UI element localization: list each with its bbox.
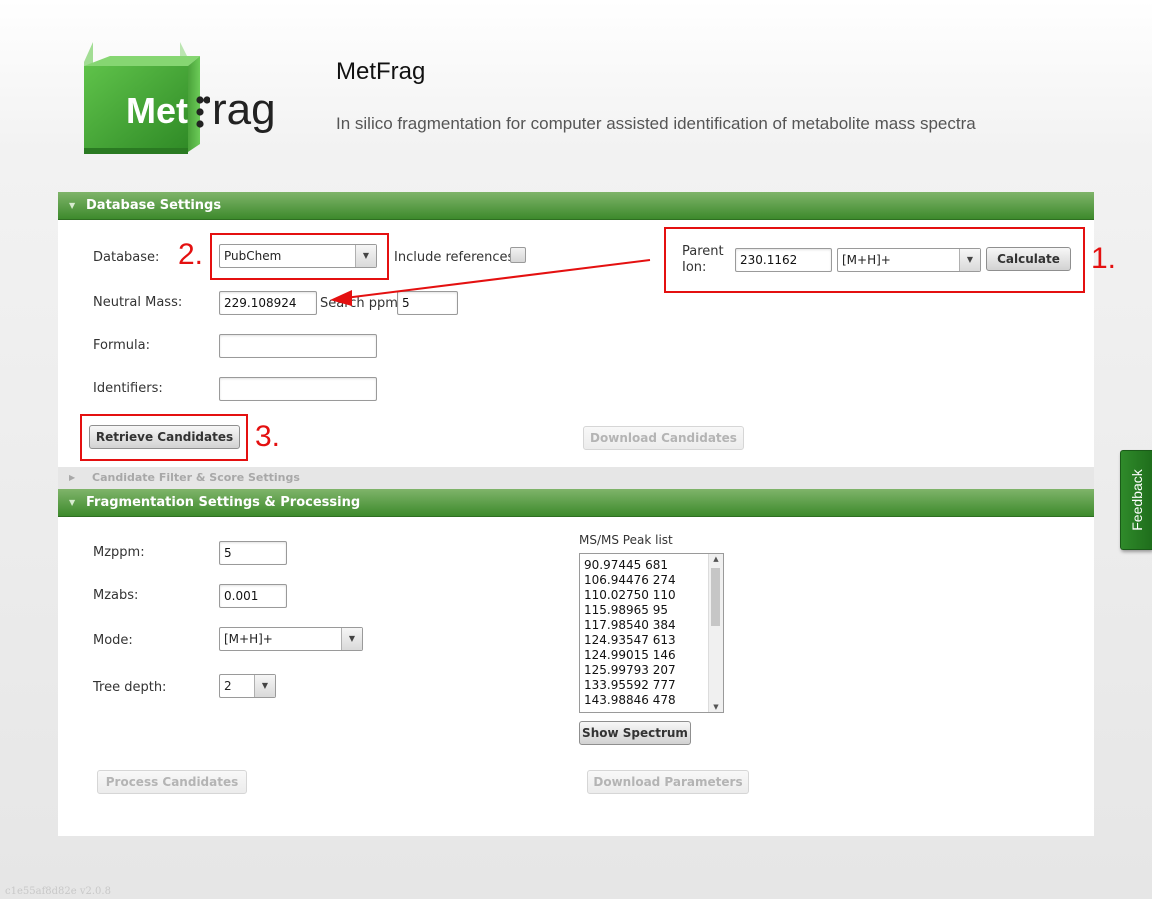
peak-list-row: 125.99793 207 <box>584 663 676 677</box>
annotation-step-3: 3. <box>255 420 281 453</box>
tree-depth-select[interactable]: 2 ▼ <box>219 674 276 698</box>
neutral-mass-input[interactable]: 229.108924 <box>219 291 317 315</box>
tree-depth-label: Tree depth: <box>93 680 167 695</box>
logo-frag-text: rag <box>212 85 276 134</box>
database-label: Database: <box>93 250 160 265</box>
formula-input[interactable] <box>219 334 377 358</box>
app-title: MetFrag <box>336 58 426 85</box>
fragmentation-settings-title: Fragmentation Settings & Processing <box>86 495 361 510</box>
process-candidates-button[interactable]: Process Candidates <box>97 770 247 794</box>
show-spectrum-button[interactable]: Show Spectrum <box>579 721 691 745</box>
peak-list-label: MS/MS Peak list <box>579 533 673 547</box>
feedback-label: Feedback <box>1128 469 1145 531</box>
search-ppm-input[interactable]: 5 <box>397 291 458 315</box>
metfrag-logo: Met rag <box>80 40 305 160</box>
chevron-down-icon: ▼ <box>254 675 275 697</box>
neutral-mass-label: Neutral Mass: <box>93 295 183 310</box>
peak-list-row: 124.93547 613 <box>584 633 676 647</box>
peak-list-row: 115.98965 95 <box>584 603 668 617</box>
peak-list-row: 117.98540 384 <box>584 618 676 632</box>
tree-depth-value: 2 <box>224 679 232 693</box>
candidate-filter-title: Candidate Filter & Score Settings <box>92 471 300 484</box>
identifiers-label: Identifiers: <box>93 381 163 396</box>
search-ppm-label: Search ppm: <box>320 296 403 311</box>
mzabs-label: Mzabs: <box>93 588 139 603</box>
chevron-down-icon: ▼ <box>341 628 362 650</box>
peak-list-row: 110.02750 110 <box>584 588 676 602</box>
mzabs-input[interactable]: 0.001 <box>219 584 287 608</box>
peak-list-scrollbar[interactable]: ▲ ▼ <box>708 554 723 712</box>
identifiers-input[interactable] <box>219 377 377 401</box>
scrollbar-thumb[interactable] <box>711 568 720 626</box>
peak-list-rows: 90.97445 681 106.94476 274 110.02750 110 11… <box>584 558 676 708</box>
annotation-step-1: 1. <box>1091 242 1117 275</box>
fragmentation-settings-bar[interactable]: ▼ Fragmentation Settings & Processing <box>58 489 1094 517</box>
download-candidates-button[interactable]: Download Candidates <box>583 426 744 450</box>
peak-list-row: 106.94476 274 <box>584 573 676 587</box>
peak-list-row: 143.98846 478 <box>584 693 676 707</box>
feedback-tab[interactable]: Feedback <box>1120 450 1152 550</box>
scroll-down-icon[interactable]: ▼ <box>709 703 723 711</box>
logo-met-text: Met <box>126 90 188 131</box>
expanded-triangle-icon: ▼ <box>69 498 76 507</box>
database-settings-title: Database Settings <box>86 198 222 213</box>
mzppm-label: Mzppm: <box>93 545 145 560</box>
peak-list-row: 133.95592 777 <box>584 678 676 692</box>
mzppm-input[interactable]: 5 <box>219 541 287 565</box>
formula-label: Formula: <box>93 338 150 353</box>
app-subtitle: In silico fragmentation for computer ass… <box>336 114 976 133</box>
download-parameters-button[interactable]: Download Parameters <box>587 770 749 794</box>
annotation-box-parent-ion <box>664 227 1085 293</box>
mode-select[interactable]: [M+H]+ ▼ <box>219 627 363 651</box>
annotation-box-database <box>210 233 389 280</box>
include-references-checkbox[interactable] <box>510 247 526 263</box>
mode-label: Mode: <box>93 633 133 648</box>
mode-value: [M+H]+ <box>224 632 273 646</box>
include-references-label: Include references: <box>394 250 519 265</box>
database-settings-bar[interactable]: ▼ Database Settings <box>58 192 1094 220</box>
expanded-triangle-icon: ▼ <box>69 201 76 210</box>
candidate-filter-bar[interactable]: ▶ Candidate Filter & Score Settings <box>58 467 1094 489</box>
peak-list-row: 90.97445 681 <box>584 558 668 572</box>
peak-list-textarea[interactable]: 90.97445 681 106.94476 274 110.02750 110 11… <box>579 553 724 713</box>
peak-list-row: 124.99015 146 <box>584 648 676 662</box>
collapsed-triangle-icon: ▶ <box>69 473 76 482</box>
scroll-up-icon[interactable]: ▲ <box>709 555 723 563</box>
logo-dots-icon <box>196 94 211 130</box>
version-text: c1e55af8d82e v2.0.8 <box>5 886 111 897</box>
annotation-step-2: 2. <box>178 238 204 271</box>
annotation-box-retrieve <box>80 414 248 461</box>
